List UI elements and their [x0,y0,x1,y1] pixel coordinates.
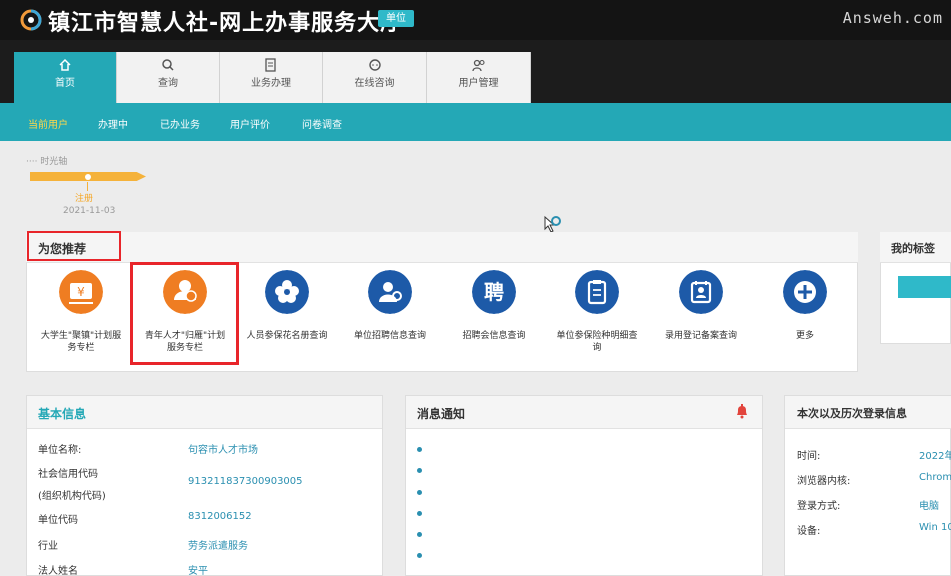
tab-home[interactable]: 首页 [14,52,117,103]
timeline-date: 2021-11-03 [63,206,116,216]
flower-icon [265,270,309,314]
tags-title: 我的标签 [891,242,935,255]
clipboard-icon [575,270,619,314]
login-label: 时间: [797,451,821,462]
service-insured-roster[interactable]: 人员参保花名册查询 [237,270,337,342]
watermark: Answeh.com [842,9,943,27]
login-label: 设备: [797,526,821,537]
subnav-user-review[interactable]: 用户评价 [230,116,270,131]
recommend-header [26,232,858,263]
unit-badge: 单位 [378,10,414,27]
service-label: 单位参保险种明细查询 [556,331,638,353]
service-insurance-detail[interactable]: 单位参保险种明细查询 [547,270,647,354]
service-label: 大学生"聚镇"计划服务专栏 [40,331,122,353]
tab-label: 业务办理 [251,78,291,89]
tab-consult[interactable]: 在线咨询 [323,52,427,103]
login-value: Win 10 [919,522,951,533]
service-more[interactable]: 更多 [755,270,855,342]
message-dot [417,553,422,558]
info-label: 单位名称: [38,445,82,456]
basic-info-title: 基本信息 [38,407,87,421]
tab-label: 查询 [158,78,178,89]
login-value: 2022年 [919,451,951,462]
app-title: 镇江市智慧人社-网上办事服务大厅 [48,11,404,36]
info-value: 913211837300903005 [188,476,303,487]
messages-title: 消息通知 [417,407,466,421]
info-label: 法人姓名 [38,566,78,576]
id-card-icon [679,270,723,314]
subnav-completed[interactable]: 已办业务 [160,116,200,131]
pin-glyph: 聘 [484,280,504,304]
message-dot [417,532,422,537]
service-label: 人员参保花名册查询 [246,331,328,341]
info-label: 单位代码 [38,515,78,526]
tab-query[interactable]: 查询 [117,52,220,103]
timeline-connector [87,182,88,191]
yuan-hand-icon: ¥ [59,270,103,314]
logo-icon [20,9,42,31]
recommend-title-highlight [27,231,121,261]
service-job-fair[interactable]: 聘 招聘会信息查询 [444,270,544,342]
info-value: 安平 [188,566,208,576]
tab-label: 用户管理 [458,78,499,89]
message-dot [417,468,422,473]
service-label: 更多 [795,331,814,341]
login-info-title: 本次以及历次登录信息 [797,407,907,420]
subnav-current-user[interactable]: 当前用户 [28,116,68,131]
info-label: 社会信用代码 [38,469,98,480]
service-recruit-info[interactable]: 单位招聘信息查询 [340,270,440,342]
timeline-event[interactable]: 注册 [75,191,93,204]
users-icon [471,59,485,72]
login-label: 登录方式: [797,501,841,512]
sub-nav-bar [0,103,951,141]
tag-button[interactable] [898,276,951,298]
subnav-survey[interactable]: 问卷调查 [302,116,342,131]
service-hire-registration[interactable]: 录用登记备案查询 [651,270,751,342]
message-dot [417,511,422,516]
info-value: 劳务派遣服务 [188,541,248,552]
service-label: 录用登记备案查询 [664,331,737,341]
login-label: 浏览器内核: [797,476,851,487]
timeline-label: ···· 时光轴 [26,157,68,167]
search-icon [162,59,174,71]
info-value: 8312006152 [188,511,252,522]
subnav-in-progress[interactable]: 办理中 [98,116,128,131]
home-icon [59,58,71,71]
document-edit-icon [265,58,276,72]
bell-icon[interactable] [734,403,750,419]
svg-text:¥: ¥ [77,285,85,299]
plus-icon [783,270,827,314]
tab-business[interactable]: 业务办理 [220,52,323,103]
message-dot [417,447,422,452]
recruit-person-icon [368,270,412,314]
chat-icon [368,59,381,71]
service-label: 招聘会信息查询 [462,331,526,341]
service-label: 单位招聘信息查询 [353,331,426,341]
info-label: 行业 [38,541,58,552]
service-highlight-box [130,262,239,365]
info-value: 句容市人才市场 [188,445,258,456]
login-value: 电脑 [919,501,939,512]
tab-label: 在线咨询 [354,78,395,89]
timeline-dot [85,174,91,180]
tab-label: 首页 [55,78,75,89]
tab-user-mgmt[interactable]: 用户管理 [427,52,531,103]
pin-character-icon: 聘 [472,270,516,314]
service-college-grad[interactable]: ¥ 大学生"聚镇"计划服务专栏 [31,270,131,354]
login-value: Chrome [919,472,951,483]
message-dot [417,490,422,495]
info-label-sub: (组织机构代码) [38,491,106,502]
